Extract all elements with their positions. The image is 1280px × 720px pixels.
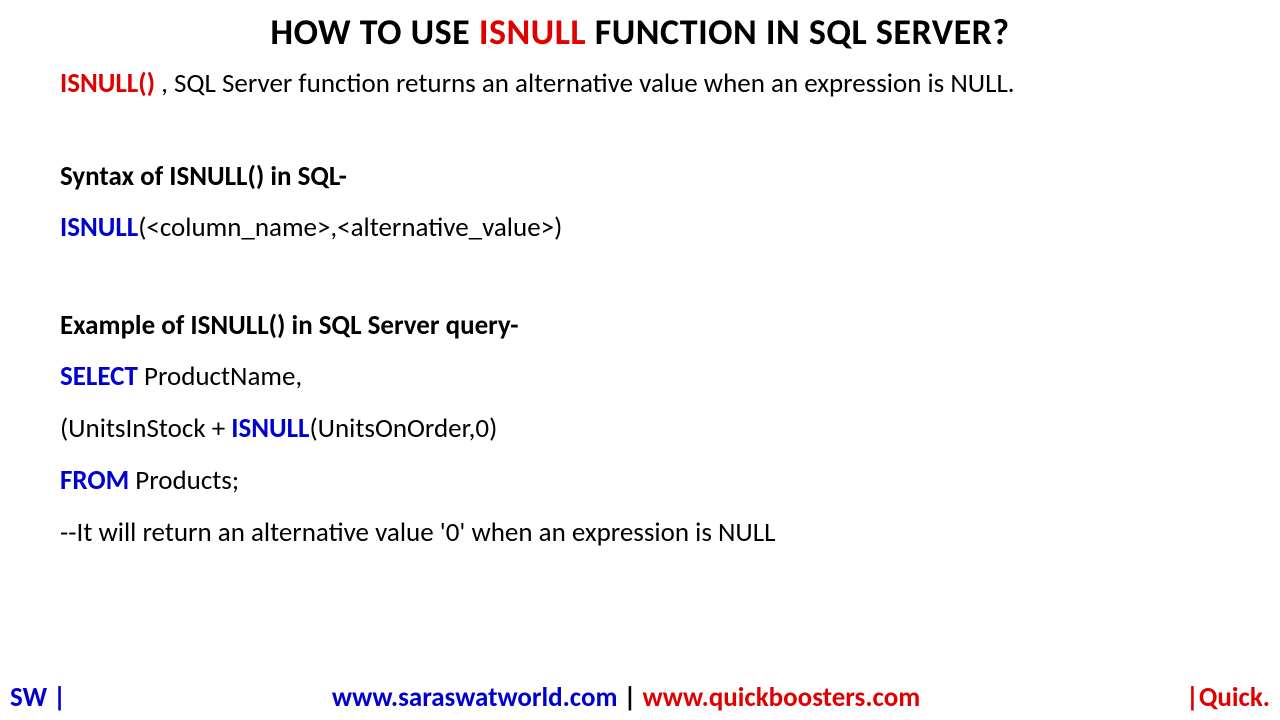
select-columns: ProductName, [138, 360, 302, 393]
isnull-keyword: ISNULL [231, 412, 309, 445]
syntax-args: (<column_name>,<alternative_value>) [138, 211, 562, 244]
example-line-1: SELECT ProductName, [60, 356, 1220, 398]
footer-right: |Quick. [1186, 681, 1270, 714]
title-keyword: ISNULL [479, 10, 586, 54]
intro-text: , SQL Server function returns an alterna… [155, 67, 1015, 100]
spacer [60, 259, 1220, 309]
syntax-heading: Syntax of ISNULL() in SQL- [60, 160, 1220, 193]
example-comment: --It will return an alternative value '0… [60, 512, 1220, 554]
document-page: HOW TO USE ISNULL FUNCTION IN SQL SERVER… [0, 0, 1280, 554]
example-line-3: FROM Products; [60, 460, 1220, 502]
footer-url-2: www.quickboosters.com [643, 681, 921, 714]
example-line-2: (UnitsInStock + ISNULL(UnitsOnOrder,0) [60, 408, 1220, 450]
intro-paragraph: ISNULL() , SQL Server function returns a… [60, 66, 1220, 102]
example-heading: Example of ISNULL() in SQL Server query- [60, 309, 1220, 342]
syntax-keyword: ISNULL [60, 211, 138, 244]
select-keyword: SELECT [60, 360, 138, 393]
syntax-line: ISNULL(<column_name>,<alternative_value>… [60, 207, 1220, 249]
expr-pre: (UnitsInStock + [60, 412, 231, 445]
expr-post: (UnitsOnOrder,0) [309, 412, 497, 445]
footer-bar: SW | www.saraswatworld.com | www.quickbo… [0, 681, 1280, 714]
page-title: HOW TO USE ISNULL FUNCTION IN SQL SERVER… [60, 10, 1220, 54]
from-table: Products; [129, 464, 239, 497]
title-post: FUNCTION IN SQL SERVER? [586, 10, 1009, 54]
intro-keyword: ISNULL() [60, 67, 155, 100]
title-pre: HOW TO USE [270, 10, 478, 54]
footer-url-1: www.saraswatworld.com [332, 681, 618, 714]
footer-left: SW | [10, 681, 66, 714]
footer-separator: | [617, 681, 642, 714]
footer-center: www.saraswatworld.com | www.quickbooster… [66, 681, 1186, 714]
from-keyword: FROM [60, 464, 129, 497]
